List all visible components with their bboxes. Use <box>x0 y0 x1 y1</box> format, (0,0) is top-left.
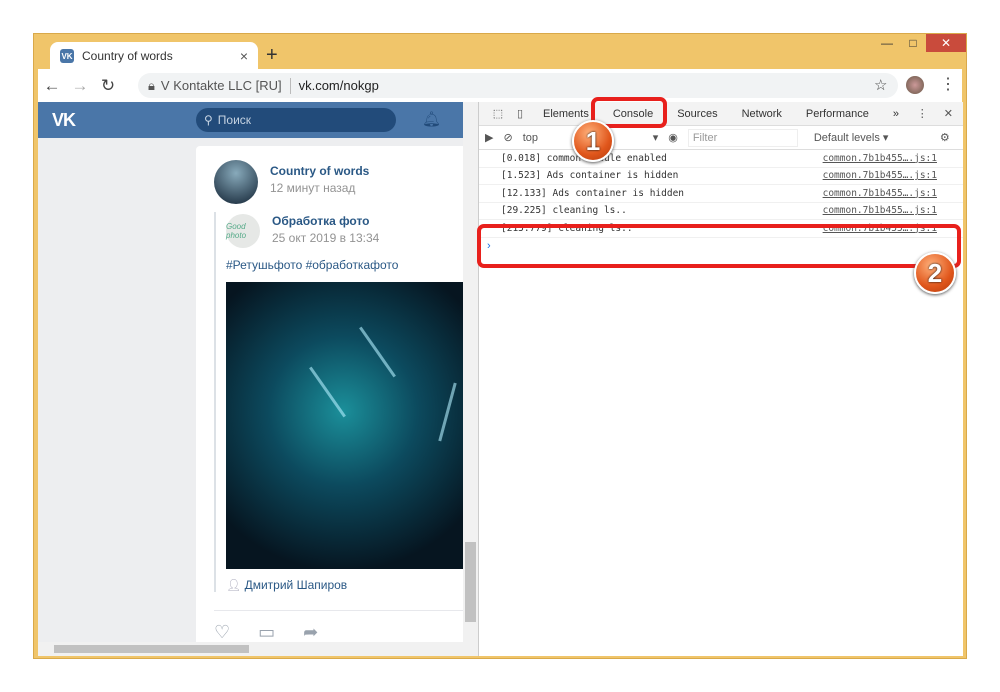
post-author[interactable]: Country of words <box>270 164 369 178</box>
step-1-badge: 1 <box>572 120 614 162</box>
vk-favicon-icon: VK <box>60 49 74 63</box>
signer-name: Дмитрий Шапиров <box>244 578 348 592</box>
repost-author[interactable]: Обработка фото <box>272 214 370 228</box>
log-text: [12.133] Ads container is hidden <box>501 187 685 199</box>
search-placeholder: Поиск <box>217 113 252 127</box>
url-text: vk.com/nokgp <box>298 78 379 93</box>
vertical-scrollbar[interactable] <box>463 102 478 642</box>
bookmark-star-icon[interactable]: ☆ <box>874 76 887 94</box>
post-photo[interactable] <box>226 282 478 569</box>
vk-logo[interactable]: VK <box>52 110 76 131</box>
tab-title: Country of words <box>82 49 173 63</box>
browser-menu-icon[interactable]: ⋮ <box>940 74 956 94</box>
notifications-bell-icon[interactable]: 🔔︎ <box>422 110 441 128</box>
search-input[interactable]: ⚲ Поиск <box>196 108 396 132</box>
clear-console-icon[interactable]: ⊘ <box>503 131 512 144</box>
log-text: [29.225] cleaning ls.. <box>501 205 627 217</box>
devtools-menu-icon[interactable]: ⋮ <box>917 107 928 120</box>
comment-icon[interactable]: ▭ <box>258 622 275 643</box>
scrollbar-thumb[interactable] <box>54 645 249 653</box>
devtools-tabs: ⬚ ▯ Elements Console Sources Network Per… <box>479 102 963 126</box>
horizontal-scrollbar[interactable] <box>38 642 478 656</box>
log-levels-select[interactable]: Default levels ▾ <box>814 131 924 144</box>
highlight-console-input <box>477 224 961 268</box>
repost-date[interactable]: 25 окт 2019 в 13:34 <box>272 231 379 245</box>
log-source-link[interactable]: common.7b1b455….js:1 <box>823 153 937 164</box>
browser-toolbar: ← → ↻ 🔒︎ V Kontakte LLC [RU] vk.com/nokg… <box>38 69 962 102</box>
log-source-link[interactable]: common.7b1b455….js:1 <box>823 205 937 216</box>
filter-input[interactable]: Filter <box>687 128 798 147</box>
signer[interactable]: 👤︎ Дмитрий Шапиров <box>226 578 347 592</box>
community-avatar[interactable] <box>214 160 258 204</box>
lock-icon: 🔒︎ <box>148 77 155 93</box>
log-source-link[interactable]: common.7b1b455….js:1 <box>823 170 937 181</box>
console-toolbar: ▶ ⊘ top ▾ ◉ Filter Default levels ▾ ⚙ <box>479 126 963 150</box>
site-identity: V Kontakte LLC [RU] <box>160 78 282 93</box>
tab-sources[interactable]: Sources <box>665 108 729 120</box>
step-2-badge: 2 <box>914 252 956 294</box>
reload-icon[interactable]: ↻ <box>94 76 122 96</box>
post-time[interactable]: 12 минут назад <box>270 181 355 195</box>
divider <box>289 77 291 94</box>
like-icon[interactable]: ♡ <box>214 622 230 643</box>
tab-performance[interactable]: Performance <box>794 108 881 120</box>
device-toolbar-icon[interactable]: ▯ <box>509 107 531 120</box>
minimize-button[interactable]: — <box>874 34 900 52</box>
repost-avatar[interactable]: Good photo <box>226 214 260 248</box>
sidebar-toggle-icon[interactable]: ▶ <box>485 131 493 144</box>
profile-avatar[interactable] <box>906 76 924 94</box>
vk-page: VK ⚲ Поиск 🔔︎ Country of words 12 минут н… <box>38 102 478 656</box>
console-log-row: [12.133] Ads container is hidden common.7… <box>479 185 963 203</box>
more-tabs-button[interactable]: » <box>881 108 911 120</box>
back-icon[interactable]: ← <box>38 76 66 96</box>
console-log-row: [1.523] Ads container is hidden common.7b… <box>479 168 963 185</box>
post-card: Country of words 12 минут назад Good pho… <box>196 146 478 656</box>
forward-icon[interactable]: → <box>66 76 94 96</box>
post-hashtags[interactable]: #Ретушьфото #обработкафото <box>226 258 398 272</box>
close-tab-icon[interactable]: × <box>240 48 248 64</box>
log-source-link[interactable]: common.7b1b455….js:1 <box>823 188 937 199</box>
new-tab-button[interactable]: + <box>266 44 278 67</box>
address-bar[interactable]: 🔒︎ V Kontakte LLC [RU] vk.com/nokgp <box>138 73 898 98</box>
close-devtools-icon[interactable]: ✕ <box>944 107 953 120</box>
window-controls: — □ ✕ <box>874 34 966 52</box>
log-text: [1.523] Ads container is hidden <box>501 170 679 182</box>
maximize-button[interactable]: □ <box>900 34 926 52</box>
tab-network[interactable]: Network <box>730 108 794 120</box>
scrollbar-thumb[interactable] <box>465 542 476 622</box>
post-actions: ♡ ▭ ➦ <box>214 622 318 643</box>
settings-gear-icon[interactable]: ⚙ <box>940 131 950 144</box>
vk-header: VK ⚲ Поиск 🔔︎ <box>38 102 478 138</box>
console-log-row: [0.018] common module enabledcommon.7b1b… <box>479 150 963 168</box>
repost: Good photo Обработка фото 25 окт 2019 в … <box>214 212 478 592</box>
close-window-button[interactable]: ✕ <box>926 34 966 52</box>
console-log-row: [29.225] cleaning ls.. common.7b1b455….js… <box>479 203 963 220</box>
devtools-panel: ⬚ ▯ Elements Console Sources Network Per… <box>478 102 963 656</box>
browser-tab[interactable]: VK Country of words × <box>50 42 258 70</box>
browser-window: VK Country of words × + — □ ✕ ← → ↻ 🔒︎ V… <box>33 33 967 659</box>
eye-icon[interactable]: ◉ <box>668 131 678 144</box>
inspect-element-icon[interactable]: ⬚ <box>487 107 509 120</box>
chevron-down-icon[interactable]: ▾ <box>653 131 659 144</box>
search-icon: ⚲ <box>204 113 213 127</box>
divider <box>214 610 474 611</box>
share-icon[interactable]: ➦ <box>303 622 318 643</box>
user-icon: 👤︎ <box>226 578 245 592</box>
